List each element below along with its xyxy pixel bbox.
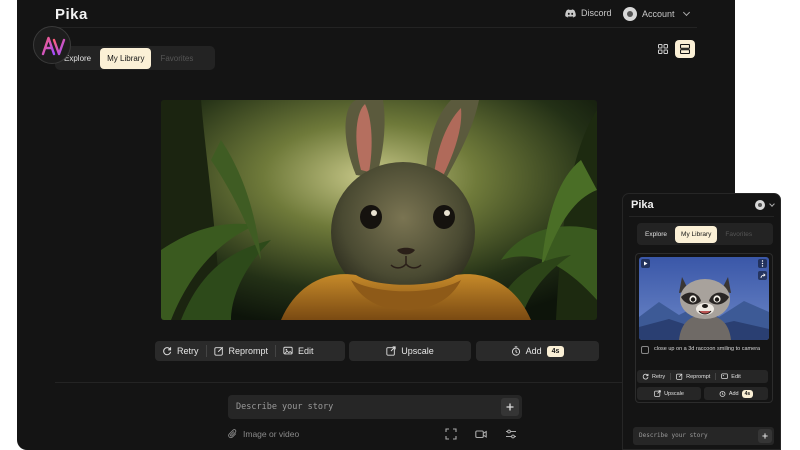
account-menu[interactable]: Account — [623, 7, 690, 21]
story-prompt-input[interactable]: Describe your story — [228, 395, 522, 419]
play-button[interactable] — [641, 259, 650, 268]
video-camera-icon[interactable] — [475, 428, 487, 440]
side-reprompt-button[interactable]: Reprompt — [671, 370, 715, 383]
tab-favorites[interactable]: Favorites — [153, 48, 200, 69]
list-icon — [680, 44, 690, 54]
refresh-icon — [642, 373, 649, 380]
side-retry-reprompt-edit-group: Retry Reprompt Edit — [637, 370, 768, 383]
side-prompt-placeholder: Describe your story — [639, 432, 708, 439]
discord-link[interactable]: Discord — [565, 8, 612, 18]
add-label: Add — [525, 346, 542, 356]
tab-my-library[interactable]: My Library — [100, 47, 152, 69]
side-upscale-label: Upscale — [664, 390, 684, 397]
share-icon — [760, 272, 766, 278]
side-retry-button[interactable]: Retry — [637, 370, 670, 383]
side-account-menu[interactable] — [755, 200, 775, 210]
retry-button[interactable]: Retry — [155, 341, 206, 361]
library-tabs: Explore My Library Favorites — [55, 46, 215, 70]
card-menu-button[interactable] — [758, 259, 767, 268]
grid-icon — [658, 44, 668, 54]
timer-icon — [511, 346, 520, 356]
side-upscale-content: Upscale — [649, 387, 689, 400]
chevron-down-icon — [769, 200, 775, 207]
discord-icon — [565, 8, 576, 17]
grid-view-button[interactable] — [653, 40, 673, 58]
retry-label: Retry — [177, 346, 199, 356]
edit-square-icon — [676, 373, 683, 380]
mobile-preview-panel: Pika Explore My Library Favorites close … — [622, 193, 781, 450]
chevron-down-icon — [682, 8, 690, 17]
refresh-icon — [163, 347, 172, 356]
image-edit-icon — [283, 346, 293, 355]
raccoon-video-frame — [639, 257, 769, 340]
side-duration-badge: 4s — [741, 389, 754, 398]
header-divider — [55, 27, 697, 28]
av-logo-badge — [33, 26, 71, 64]
add-duration-button[interactable]: Add 4s — [476, 341, 599, 361]
upscale-label: Upscale — [401, 346, 434, 356]
plus-icon — [762, 433, 768, 439]
side-library-tabs: Explore My Library Favorites — [637, 223, 773, 245]
image-edit-icon — [721, 373, 729, 379]
side-app-logo[interactable]: Pika — [631, 199, 654, 211]
side-header-divider — [629, 216, 774, 217]
retry-reprompt-edit-group: Retry Reprompt Edit — [155, 341, 345, 361]
av-logo-icon — [41, 36, 66, 56]
content-divider — [55, 382, 697, 383]
upscale-content: Upscale — [379, 341, 441, 361]
side-add-duration-button[interactable]: Add 4s — [704, 387, 768, 400]
timer-icon — [719, 391, 726, 397]
card-caption: close up on a 3d raccoon smiling to came… — [654, 346, 761, 352]
side-add-content: Add 4s — [714, 387, 758, 400]
side-add-label: Add — [728, 390, 739, 397]
side-upscale-button[interactable]: Upscale — [637, 387, 701, 400]
bunny-video-frame — [161, 100, 597, 320]
reprompt-button[interactable]: Reprompt — [207, 341, 276, 361]
discord-label: Discord — [581, 8, 612, 18]
add-content: Add 4s — [504, 341, 572, 361]
app-logo[interactable]: Pika — [55, 6, 88, 23]
list-view-button[interactable] — [675, 40, 695, 58]
upscale-icon — [386, 346, 396, 356]
account-label: Account — [642, 9, 675, 19]
side-avatar — [755, 200, 765, 210]
attach-image-video-button[interactable]: Image or video — [228, 429, 299, 439]
video-preview[interactable] — [161, 100, 597, 320]
edit-square-icon — [213, 346, 223, 356]
plus-icon — [506, 403, 514, 411]
share-button[interactable] — [758, 271, 767, 280]
side-story-prompt-input[interactable]: Describe your story — [633, 427, 774, 445]
aspect-ratio-icon[interactable] — [445, 428, 457, 440]
raccoon-thumbnail[interactable] — [639, 257, 769, 340]
side-edit-label: Edit — [731, 373, 741, 380]
play-icon — [644, 261, 648, 266]
upscale-icon — [654, 390, 661, 397]
settings-sliders-icon[interactable] — [505, 428, 517, 440]
side-reprompt-label: Reprompt — [686, 373, 711, 380]
side-retry-label: Retry — [652, 373, 666, 380]
avatar — [623, 7, 637, 21]
prompt-placeholder: Describe your story — [236, 402, 334, 412]
edit-label: Edit — [298, 346, 314, 356]
side-tab-explore[interactable]: Explore — [639, 226, 673, 243]
reprompt-label: Reprompt — [228, 346, 269, 356]
copy-icon[interactable] — [641, 346, 649, 354]
edit-button[interactable]: Edit — [276, 341, 321, 361]
side-tab-my-library[interactable]: My Library — [675, 225, 718, 243]
more-vertical-icon — [761, 260, 764, 267]
attach-label: Image or video — [243, 429, 300, 439]
side-add-prompt-button[interactable] — [758, 429, 772, 443]
add-prompt-button[interactable] — [501, 398, 519, 416]
side-edit-button[interactable]: Edit — [716, 370, 745, 383]
paperclip-icon — [228, 429, 237, 439]
side-tab-favorites[interactable]: Favorites — [719, 226, 758, 243]
upscale-button[interactable]: Upscale — [349, 341, 471, 361]
duration-badge: 4s — [546, 345, 565, 357]
